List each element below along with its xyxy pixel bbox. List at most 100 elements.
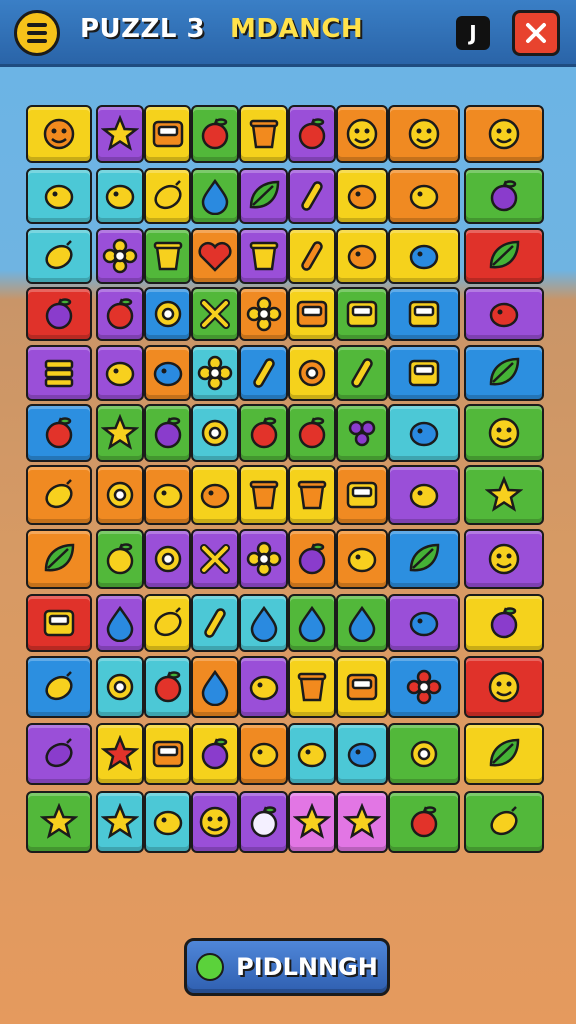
game-tile[interactable] bbox=[26, 345, 92, 401]
game-tile[interactable] bbox=[288, 656, 336, 718]
game-tile[interactable] bbox=[96, 228, 144, 284]
game-tile[interactable] bbox=[96, 404, 144, 462]
game-tile[interactable] bbox=[26, 168, 92, 224]
game-tile[interactable] bbox=[388, 656, 460, 718]
game-tile[interactable] bbox=[388, 791, 460, 853]
game-tile[interactable] bbox=[239, 228, 288, 284]
game-tile[interactable] bbox=[239, 791, 288, 853]
close-button[interactable] bbox=[512, 10, 560, 56]
game-tile[interactable] bbox=[336, 656, 388, 718]
game-tile[interactable] bbox=[191, 287, 239, 341]
game-tile[interactable] bbox=[144, 345, 191, 401]
game-tile[interactable] bbox=[288, 723, 336, 785]
game-tile[interactable] bbox=[336, 723, 388, 785]
game-tile[interactable] bbox=[464, 594, 544, 652]
game-tile[interactable] bbox=[464, 529, 544, 589]
game-tile[interactable] bbox=[191, 791, 239, 853]
game-tile[interactable] bbox=[239, 404, 288, 462]
game-tile[interactable] bbox=[96, 791, 144, 853]
game-tile[interactable] bbox=[96, 287, 144, 341]
game-tile[interactable] bbox=[336, 594, 388, 652]
game-tile[interactable] bbox=[144, 723, 191, 785]
game-tile[interactable] bbox=[191, 656, 239, 718]
game-tile[interactable] bbox=[336, 345, 388, 401]
game-tile[interactable] bbox=[464, 168, 544, 224]
action-button[interactable]: PIDLNNGH bbox=[184, 938, 390, 996]
game-tile[interactable] bbox=[464, 404, 544, 462]
game-tile[interactable] bbox=[239, 529, 288, 589]
game-tile[interactable] bbox=[96, 168, 144, 224]
game-tile[interactable] bbox=[239, 105, 288, 163]
game-tile[interactable] bbox=[26, 594, 92, 652]
game-tile[interactable] bbox=[144, 168, 191, 224]
game-tile[interactable] bbox=[336, 168, 388, 224]
game-tile[interactable] bbox=[144, 465, 191, 525]
game-tile[interactable] bbox=[26, 465, 92, 525]
game-tile[interactable] bbox=[464, 465, 544, 525]
game-tile[interactable] bbox=[336, 105, 388, 163]
game-tile[interactable] bbox=[388, 168, 460, 224]
game-tile[interactable] bbox=[239, 345, 288, 401]
game-tile[interactable] bbox=[144, 228, 191, 284]
game-tile[interactable] bbox=[144, 287, 191, 341]
game-tile[interactable] bbox=[191, 723, 239, 785]
game-tile[interactable] bbox=[288, 791, 336, 853]
game-tile[interactable] bbox=[388, 105, 460, 163]
game-tile[interactable] bbox=[191, 529, 239, 589]
game-tile[interactable] bbox=[239, 287, 288, 341]
game-tile[interactable] bbox=[388, 404, 460, 462]
game-tile[interactable] bbox=[388, 345, 460, 401]
game-tile[interactable] bbox=[239, 168, 288, 224]
game-tile[interactable] bbox=[464, 228, 544, 284]
game-tile[interactable] bbox=[464, 287, 544, 341]
game-tile[interactable] bbox=[288, 345, 336, 401]
game-tile[interactable] bbox=[191, 105, 239, 163]
game-tile[interactable] bbox=[191, 168, 239, 224]
game-tile[interactable] bbox=[288, 287, 336, 341]
game-tile[interactable] bbox=[144, 529, 191, 589]
game-tile[interactable] bbox=[144, 791, 191, 853]
game-tile[interactable] bbox=[26, 404, 92, 462]
game-tile[interactable] bbox=[288, 465, 336, 525]
game-tile[interactable] bbox=[144, 105, 191, 163]
game-tile[interactable] bbox=[96, 345, 144, 401]
game-tile[interactable] bbox=[26, 105, 92, 163]
game-tile[interactable] bbox=[239, 594, 288, 652]
game-tile[interactable] bbox=[288, 404, 336, 462]
game-tile[interactable] bbox=[144, 404, 191, 462]
game-tile[interactable] bbox=[26, 791, 92, 853]
game-tile[interactable] bbox=[239, 656, 288, 718]
game-tile[interactable] bbox=[388, 465, 460, 525]
game-tile[interactable] bbox=[336, 529, 388, 589]
game-tile[interactable] bbox=[96, 465, 144, 525]
game-tile[interactable] bbox=[388, 529, 460, 589]
game-tile[interactable] bbox=[336, 228, 388, 284]
game-tile[interactable] bbox=[464, 105, 544, 163]
game-tile[interactable] bbox=[144, 656, 191, 718]
game-tile[interactable] bbox=[96, 594, 144, 652]
game-tile[interactable] bbox=[96, 105, 144, 163]
game-tile[interactable] bbox=[288, 529, 336, 589]
game-tile[interactable] bbox=[288, 594, 336, 652]
game-tile[interactable] bbox=[96, 656, 144, 718]
game-tile[interactable] bbox=[191, 465, 239, 525]
game-tile[interactable] bbox=[144, 594, 191, 652]
game-tile[interactable] bbox=[191, 345, 239, 401]
game-tile[interactable] bbox=[336, 465, 388, 525]
game-tile[interactable] bbox=[464, 723, 544, 785]
menu-button[interactable] bbox=[14, 10, 60, 56]
game-tile[interactable] bbox=[26, 723, 92, 785]
game-tile[interactable] bbox=[388, 723, 460, 785]
game-tile[interactable] bbox=[388, 287, 460, 341]
game-tile[interactable] bbox=[26, 287, 92, 341]
game-tile[interactable] bbox=[464, 791, 544, 853]
game-tile[interactable] bbox=[191, 404, 239, 462]
game-tile[interactable] bbox=[464, 656, 544, 718]
game-tile[interactable] bbox=[26, 529, 92, 589]
game-tile[interactable] bbox=[96, 529, 144, 589]
game-tile[interactable] bbox=[26, 228, 92, 284]
game-tile[interactable] bbox=[191, 228, 239, 284]
game-tile[interactable] bbox=[336, 287, 388, 341]
game-tile[interactable] bbox=[288, 228, 336, 284]
game-tile[interactable] bbox=[239, 465, 288, 525]
